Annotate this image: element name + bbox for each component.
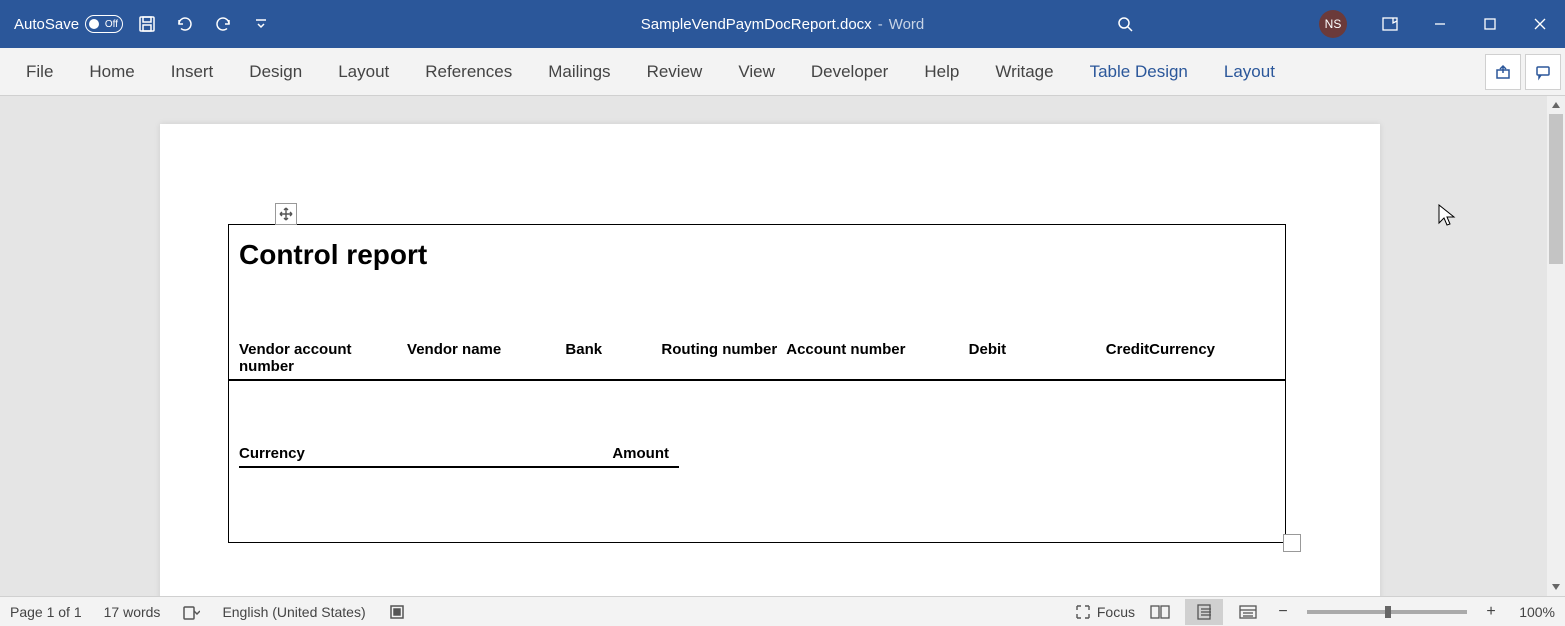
status-bar-left: Page 1 of 1 17 words English (United Sta… (0, 603, 406, 621)
title-bar: AutoSave Off SampleVendPaymDocReport.doc… (0, 0, 1565, 48)
autosave-label: AutoSave (14, 16, 79, 33)
status-bar: Page 1 of 1 17 words English (United Sta… (0, 596, 1565, 626)
zoom-out-icon[interactable]: − (1273, 603, 1293, 621)
summary-currency[interactable]: Currency (239, 445, 599, 462)
summary-row[interactable]: Currency Amount (239, 445, 679, 468)
header-bank[interactable]: Bank (565, 341, 661, 375)
zoom-slider[interactable] (1307, 610, 1467, 614)
document-area[interactable]: Control report Vendor account number Ven… (0, 96, 1547, 596)
tab-table-layout[interactable]: Layout (1206, 48, 1293, 96)
scroll-track[interactable] (1547, 114, 1565, 578)
spacer (229, 281, 1285, 341)
status-words[interactable]: 17 words (104, 604, 161, 620)
maximize-icon[interactable] (1465, 0, 1515, 48)
status-page[interactable]: Page 1 of 1 (10, 604, 82, 620)
tab-writage[interactable]: Writage (977, 48, 1071, 96)
tab-home[interactable]: Home (71, 48, 152, 96)
summary-amount[interactable]: Amount (599, 445, 679, 462)
focus-label: Focus (1097, 604, 1135, 620)
zoom-in-icon[interactable]: + (1481, 603, 1501, 621)
tab-table-design[interactable]: Table Design (1072, 48, 1206, 96)
zoom-value[interactable]: 100% (1507, 604, 1555, 620)
focus-mode[interactable]: Focus (1075, 604, 1135, 620)
tab-design[interactable]: Design (231, 48, 320, 96)
minimize-icon[interactable] (1415, 0, 1465, 48)
table-move-handle-icon[interactable] (275, 203, 297, 225)
macro-icon[interactable] (388, 603, 406, 621)
customize-qat-icon[interactable] (247, 10, 275, 38)
header-debit[interactable]: Debit (969, 341, 1040, 375)
title-separator: - (878, 16, 883, 33)
vertical-scrollbar[interactable] (1547, 96, 1565, 596)
autosave-toggle[interactable]: Off (85, 15, 123, 33)
tab-mailings[interactable]: Mailings (530, 48, 628, 96)
title-bar-center: SampleVendPaymDocReport.docx - Word (641, 16, 925, 33)
header-vendor-name[interactable]: Vendor name (407, 341, 565, 375)
ribbon-right (1485, 54, 1561, 90)
toggle-knob (89, 19, 99, 29)
status-bar-right: Focus − + 100% (1075, 599, 1555, 625)
app-name: Word (889, 16, 925, 33)
spacer3 (229, 468, 1285, 542)
close-icon[interactable] (1515, 0, 1565, 48)
save-icon[interactable] (133, 10, 161, 38)
scroll-down-icon[interactable] (1547, 578, 1565, 596)
comments-icon[interactable] (1525, 54, 1561, 90)
title-bar-left: AutoSave Off (0, 10, 275, 38)
title-bar-right: NS (1111, 0, 1565, 48)
tab-help[interactable]: Help (906, 48, 977, 96)
spellcheck-icon[interactable] (182, 603, 200, 621)
table-header-row[interactable]: Vendor account number Vendor name Bank R… (229, 341, 1285, 381)
read-mode-icon[interactable] (1141, 599, 1179, 625)
document-title[interactable]: Control report (229, 225, 1285, 281)
header-routing[interactable]: Routing number (661, 341, 786, 375)
tab-view[interactable]: View (720, 48, 793, 96)
tab-layout[interactable]: Layout (320, 48, 407, 96)
ribbon-display-icon[interactable] (1365, 0, 1415, 48)
tab-insert[interactable]: Insert (153, 48, 232, 96)
tab-developer[interactable]: Developer (793, 48, 907, 96)
header-credit[interactable]: Credit (1040, 341, 1149, 375)
document-page[interactable]: Control report Vendor account number Ven… (160, 124, 1380, 596)
header-currency[interactable]: Currency (1149, 341, 1275, 375)
web-layout-icon[interactable] (1229, 599, 1267, 625)
tab-review[interactable]: Review (629, 48, 721, 96)
print-layout-icon[interactable] (1185, 599, 1223, 625)
spacer2 (229, 381, 1285, 445)
autosave-group: AutoSave Off (14, 15, 123, 33)
ribbon-tabs: File Home Insert Design Layout Reference… (0, 48, 1565, 96)
header-account[interactable]: Account number (786, 341, 968, 375)
scroll-thumb[interactable] (1549, 114, 1563, 264)
header-vendor-account[interactable]: Vendor account number (239, 341, 407, 375)
share-icon[interactable] (1485, 54, 1521, 90)
autosave-state: Off (105, 19, 118, 30)
undo-icon[interactable] (171, 10, 199, 38)
zoom-slider-thumb[interactable] (1385, 606, 1391, 618)
document-filename: SampleVendPaymDocReport.docx (641, 16, 872, 33)
tab-references[interactable]: References (407, 48, 530, 96)
tab-file[interactable]: File (8, 48, 71, 96)
search-icon[interactable] (1111, 10, 1139, 38)
document-table[interactable]: Control report Vendor account number Ven… (228, 224, 1286, 543)
table-resize-handle-icon[interactable] (1283, 534, 1301, 552)
user-avatar[interactable]: NS (1319, 10, 1347, 38)
scroll-up-icon[interactable] (1547, 96, 1565, 114)
status-language[interactable]: English (United States) (222, 604, 365, 620)
redo-icon[interactable] (209, 10, 237, 38)
